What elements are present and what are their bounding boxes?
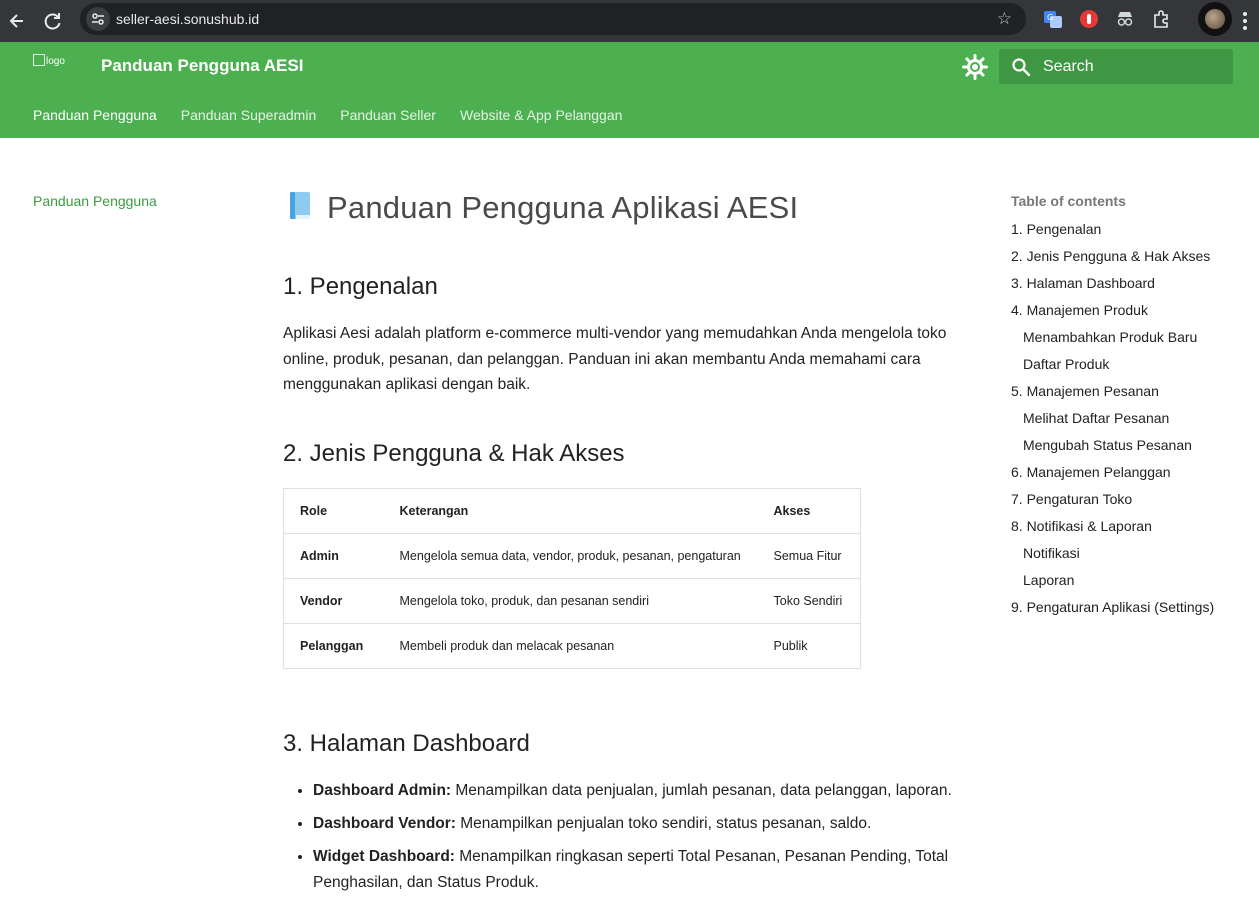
table-row: Pelanggan Membeli produk dan melacak pes…	[283, 623, 861, 669]
browser-menu-icon[interactable]	[1243, 12, 1247, 30]
tab-panduan-superadmin[interactable]: Panduan Superadmin	[181, 107, 316, 123]
table-of-contents: Table of contents 1. Pengenalan 2. Jenis…	[1011, 193, 1214, 626]
url-text[interactable]: seller-aesi.sonushub.id	[116, 11, 259, 27]
dashboard-list: Dashboard Admin: Menampilkan data penjua…	[313, 778, 983, 903]
profile-avatar[interactable]	[1198, 2, 1232, 36]
toc-sublink[interactable]: Mengubah Status Pesanan	[1011, 437, 1214, 464]
back-arrow-icon[interactable]	[3, 7, 31, 35]
list-item: Dashboard Admin: Menampilkan data penjua…	[313, 778, 983, 804]
list-item-text: Menampilkan data penjualan, jumlah pesan…	[451, 782, 952, 799]
search-icon	[1011, 57, 1031, 82]
page-title: Panduan Pengguna Aplikasi AESI	[287, 190, 798, 226]
spy-extension-icon[interactable]	[1115, 9, 1135, 29]
list-item-term: Dashboard Admin:	[313, 782, 452, 799]
section-heading-pengenalan: 1. Pengenalan	[283, 273, 438, 300]
list-item: Widget Dashboard: Menampilkan ringkasan …	[313, 844, 983, 896]
list-item-text: Menampilkan penjualan toko sendiri, stat…	[455, 815, 872, 832]
toc-sublink[interactable]: Daftar Produk	[1011, 356, 1214, 383]
toc-link[interactable]: 9. Pengaturan Aplikasi (Settings)	[1011, 599, 1214, 626]
description-cell: Mengelola semua data, vendor, produk, pe…	[383, 533, 758, 579]
table-header-row: Role Keterangan Akses	[283, 488, 861, 534]
role-cell: Admin	[283, 533, 384, 579]
toc-sublink[interactable]: Menambahkan Produk Baru	[1011, 329, 1214, 356]
toc-title: Table of contents	[1011, 193, 1126, 209]
tab-panduan-pengguna[interactable]: Panduan Pengguna	[33, 107, 157, 123]
logo-alt-text: logo	[46, 56, 65, 67]
access-cell: Publik	[757, 623, 861, 669]
access-cell: Toko Sendiri	[757, 578, 861, 624]
search-box[interactable]	[999, 49, 1233, 84]
toc-link[interactable]: 1. Pengenalan	[1011, 221, 1214, 248]
reload-icon[interactable]	[39, 7, 67, 35]
intro-paragraph: Aplikasi Aesi adalah platform e-commerce…	[283, 325, 947, 393]
address-bar[interactable]: seller-aesi.sonushub.id ☆	[80, 3, 1026, 35]
toc-sublink[interactable]: Notifikasi	[1011, 545, 1214, 572]
site-info-icon[interactable]	[86, 7, 110, 31]
description-cell: Membeli produk dan melacak pesanan	[383, 623, 758, 669]
site-title[interactable]: Panduan Pengguna AESI	[101, 56, 303, 76]
column-header-keterangan: Keterangan	[383, 488, 758, 534]
adblock-extension-icon[interactable]	[1079, 9, 1099, 29]
bookmark-star-icon[interactable]: ☆	[997, 9, 1012, 29]
sidebar-item-panduan-pengguna[interactable]: Panduan Pengguna	[33, 193, 157, 209]
section-heading-halaman-dashboard: 3. Halaman Dashboard	[283, 730, 530, 757]
toc-sublink[interactable]: Laporan	[1011, 572, 1214, 599]
list-item-term: Dashboard Vendor:	[313, 815, 456, 832]
theme-toggle-sun-icon[interactable]	[962, 54, 988, 80]
table-row: Vendor Mengelola toko, produk, dan pesan…	[283, 578, 861, 624]
toc-link[interactable]: 4. Manajemen Produk	[1011, 302, 1214, 329]
site-logo[interactable]: logo	[33, 54, 65, 67]
page-title-text: Panduan Pengguna Aplikasi AESI	[327, 190, 799, 225]
blue-book-icon	[287, 191, 313, 221]
toc-link[interactable]: 6. Manajemen Pelanggan	[1011, 464, 1214, 491]
toc-link[interactable]: 7. Pengaturan Toko	[1011, 491, 1214, 518]
column-header-role: Role	[283, 488, 384, 534]
translate-extension-icon[interactable]: G	[1043, 9, 1063, 29]
search-input[interactable]	[1043, 55, 1223, 79]
site-header: logo Panduan Pengguna AESI Panduan Pengg…	[0, 42, 1259, 138]
svg-text:G: G	[1047, 13, 1053, 22]
role-cell: Pelanggan	[283, 623, 384, 669]
toc-link[interactable]: 8. Notifikasi & Laporan	[1011, 518, 1214, 545]
list-item-term: Widget Dashboard:	[313, 848, 455, 865]
roles-table: Role Keterangan Akses Admin Mengelola se…	[283, 488, 861, 669]
toc-link[interactable]: 3. Halaman Dashboard	[1011, 275, 1214, 302]
description-cell: Mengelola toko, produk, dan pesanan send…	[383, 578, 758, 624]
tab-website-app-pelanggan[interactable]: Website & App Pelanggan	[460, 107, 622, 123]
toc-link[interactable]: 5. Manajemen Pesanan	[1011, 383, 1214, 410]
section-heading-jenis-pengguna: 2. Jenis Pengguna & Hak Akses	[283, 440, 625, 467]
tab-panduan-seller[interactable]: Panduan Seller	[340, 107, 436, 123]
list-item: Dashboard Vendor: Menampilkan penjualan …	[313, 811, 983, 837]
table-row: Admin Mengelola semua data, vendor, prod…	[283, 533, 861, 579]
column-header-akses: Akses	[757, 488, 861, 534]
toc-sublink[interactable]: Melihat Daftar Pesanan	[1011, 410, 1214, 437]
toc-link[interactable]: 2. Jenis Pengguna & Hak Akses	[1011, 248, 1214, 275]
role-cell: Vendor	[283, 578, 384, 624]
browser-toolbar: seller-aesi.sonushub.id ☆ G	[0, 0, 1259, 42]
access-cell: Semua Fitur	[757, 533, 861, 579]
header-tabs: Panduan Pengguna Panduan Superadmin Pand…	[33, 107, 646, 123]
extensions-puzzle-icon[interactable]	[1151, 9, 1171, 29]
